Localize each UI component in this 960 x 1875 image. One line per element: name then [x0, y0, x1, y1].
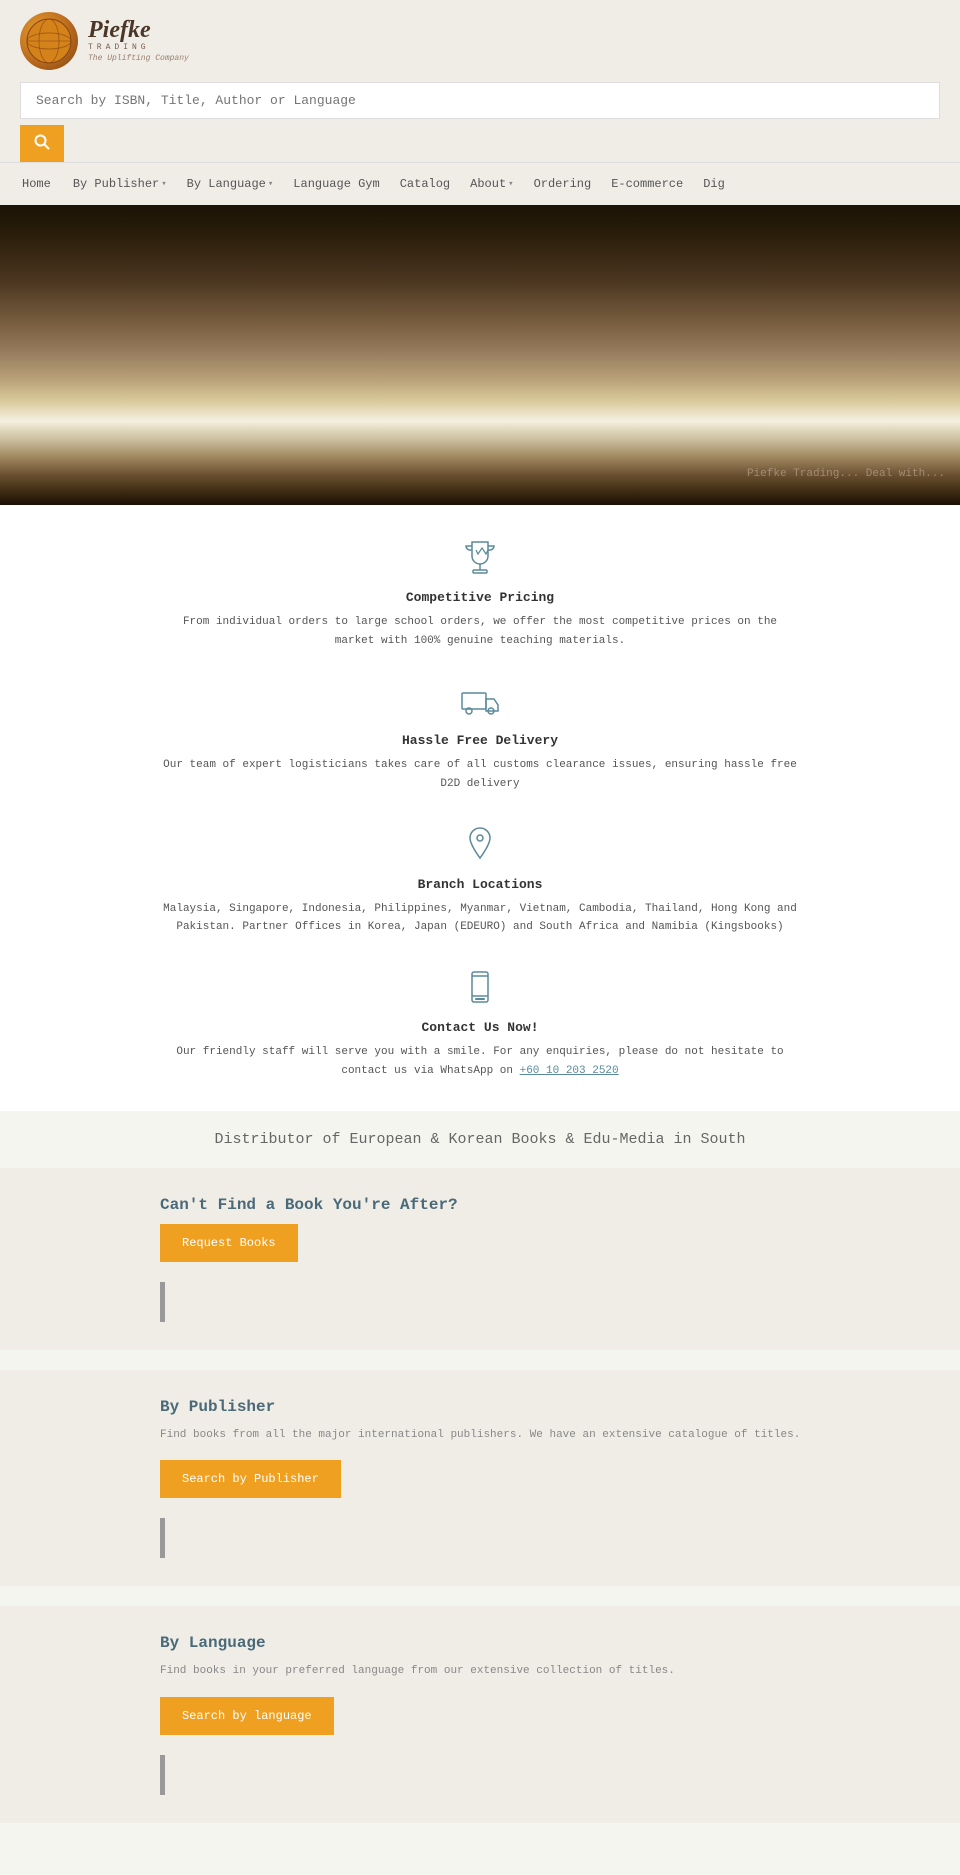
page-footer-space — [0, 1823, 960, 1863]
cta-language-section: By Language Find books in your preferred… — [0, 1606, 960, 1823]
cta-divider-3 — [160, 1755, 165, 1795]
feature-desc-delivery: Our team of expert logisticians takes ca… — [160, 756, 800, 793]
cta-publisher-desc: Find books from all the major internatio… — [160, 1426, 940, 1445]
cta-language-title: By Language — [160, 1634, 940, 1652]
cta-cant-find-title: Can't Find a Book You're After? — [160, 1196, 940, 1214]
phone-icon — [458, 965, 503, 1010]
cta-publisher-title: By Publisher — [160, 1398, 940, 1416]
feature-title-delivery: Hassle Free Delivery — [160, 733, 800, 748]
logo-area: Piefke TRADING The Uplifting Company — [20, 12, 940, 70]
logo-name: Piefke — [88, 18, 189, 42]
feature-title-pricing: Competitive Pricing — [160, 590, 800, 605]
nav-item-publisher[interactable]: By Publisher ▾ — [63, 163, 177, 205]
chevron-down-icon-lang: ▾ — [268, 179, 273, 189]
cta-divider-2 — [160, 1518, 165, 1558]
nav-item-ordering[interactable]: Ordering — [524, 163, 602, 205]
globe-svg — [24, 16, 74, 66]
whatsapp-link[interactable]: +60 10 203 2520 — [520, 1065, 619, 1077]
search-button[interactable] — [20, 125, 64, 162]
trophy-icon — [458, 535, 503, 580]
feature-desc-contact: Our friendly staff will serve you with a… — [160, 1043, 800, 1080]
cta-publisher-section: By Publisher Find books from all the maj… — [0, 1370, 960, 1587]
nav-item-language[interactable]: By Language ▾ — [177, 163, 284, 205]
nav-item-gym[interactable]: Language Gym — [283, 163, 389, 205]
section-gap-1 — [0, 1350, 960, 1370]
features-section: Competitive Pricing From individual orde… — [0, 505, 960, 1111]
truck-icon — [458, 678, 503, 723]
chevron-down-icon: ▾ — [161, 179, 166, 189]
chevron-down-icon-about: ▾ — [508, 179, 513, 189]
nav-item-dig[interactable]: Dig — [693, 163, 735, 205]
request-books-button[interactable]: Request Books — [160, 1224, 298, 1262]
location-icon — [458, 822, 503, 867]
cta-divider-1 — [160, 1282, 165, 1322]
logo-trading: TRADING — [88, 42, 189, 53]
hero-section: Piefke Trading... Deal with... — [0, 205, 960, 505]
nav-item-home[interactable]: Home — [10, 163, 63, 205]
distributor-banner: Distributor of European & Korean Books &… — [0, 1111, 960, 1168]
feature-title-contact: Contact Us Now! — [160, 1020, 800, 1035]
nav-item-catalog[interactable]: Catalog — [390, 163, 460, 205]
feature-contact: Contact Us Now! Our friendly staff will … — [160, 965, 800, 1080]
nav-item-about[interactable]: About ▾ — [460, 163, 523, 205]
hero-background — [0, 205, 960, 505]
search-by-publisher-button[interactable]: Search by Publisher — [160, 1460, 341, 1498]
feature-desc-pricing: From individual orders to large school o… — [160, 613, 800, 650]
cta-cant-find-section: Can't Find a Book You're After? Request … — [0, 1168, 960, 1350]
feature-desc-locations: Malaysia, Singapore, Indonesia, Philippi… — [160, 900, 800, 937]
feature-title-locations: Branch Locations — [160, 877, 800, 892]
section-gap-2 — [0, 1586, 960, 1606]
cta-language-desc: Find books in your preferred language fr… — [160, 1662, 940, 1681]
logo-tagline: The Uplifting Company — [88, 53, 189, 64]
search-input[interactable] — [20, 82, 940, 119]
header: Piefke TRADING The Uplifting Company — [0, 0, 960, 162]
hero-watermark: Piefke Trading... Deal with... — [747, 468, 945, 480]
feature-locations: Branch Locations Malaysia, Singapore, In… — [160, 822, 800, 937]
search-icon — [34, 134, 50, 150]
logo-globe — [20, 12, 78, 70]
nav-item-ecommerce[interactable]: E-commerce — [601, 163, 693, 205]
feature-delivery: Hassle Free Delivery Our team of expert … — [160, 678, 800, 793]
search-container — [20, 82, 940, 162]
navigation: Home By Publisher ▾ By Language ▾ Langua… — [0, 162, 960, 205]
search-by-language-button[interactable]: Search by language — [160, 1697, 334, 1735]
feature-competitive-pricing: Competitive Pricing From individual orde… — [160, 535, 800, 650]
distributor-text: Distributor of European & Korean Books &… — [20, 1131, 940, 1148]
logo-text-area: Piefke TRADING The Uplifting Company — [88, 18, 189, 64]
